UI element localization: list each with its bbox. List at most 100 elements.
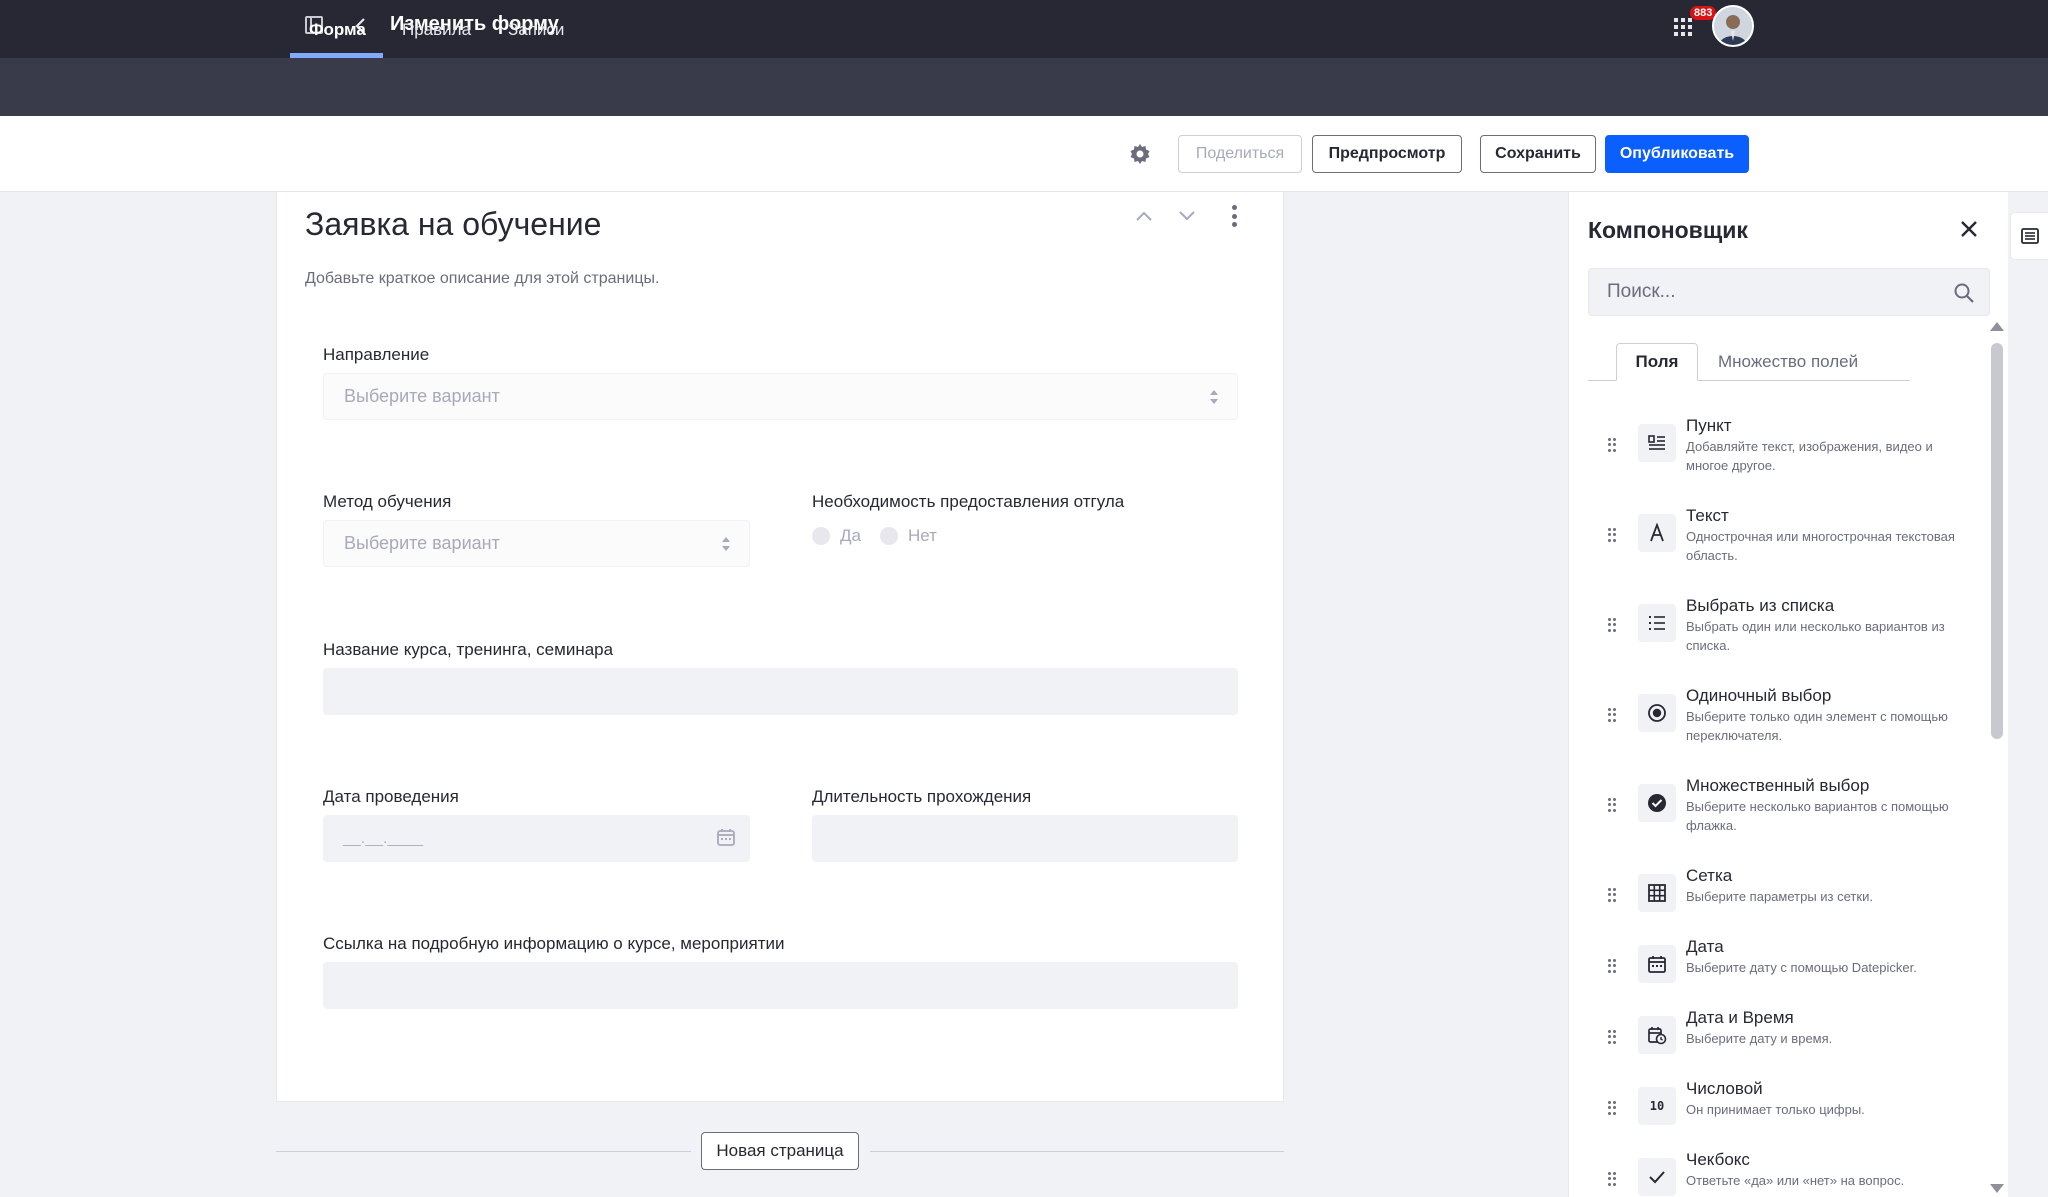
tab-fieldsets[interactable]: Множество полей — [1718, 343, 1858, 381]
form-page-description[interactable]: Добавьте краткое описание для этой стран… — [305, 270, 659, 288]
item-title: Одиночный выбор — [1686, 686, 1832, 705]
item-description: Выберите несколько вариантов с помощью ф… — [1686, 799, 1949, 833]
text-icon — [1638, 514, 1676, 552]
course-label: Название курса, тренинга, семинара — [323, 640, 614, 659]
direction-label: Направление — [323, 345, 430, 364]
leave-label: Необходимость предоставления отгула — [812, 492, 1125, 511]
chevron-down-icon[interactable] — [1177, 206, 1197, 226]
close-icon[interactable] — [1958, 218, 1980, 240]
search-input[interactable] — [1589, 269, 1929, 315]
radio-circle[interactable] — [812, 527, 830, 545]
builder-item-single-choice[interactable]: Одиночный выбор Выберите только один эле… — [1600, 686, 1980, 766]
item-title: Дата — [1686, 937, 1724, 956]
scroll-down-arrow[interactable] — [1990, 1184, 2004, 1193]
tab-rules[interactable]: Правила — [402, 20, 471, 40]
scroll-up-arrow[interactable] — [1990, 322, 2004, 331]
item-description: Выбрать один или несколько вариантов из … — [1686, 619, 1945, 653]
drag-handle-icon[interactable] — [1608, 1172, 1616, 1186]
select-arrows-icon — [1210, 390, 1218, 404]
duration-label: Длительность прохождения — [812, 787, 1032, 806]
builder-item-paragraph[interactable]: Пункт Добавляйте текст, изображения, вид… — [1600, 416, 1980, 496]
item-title: Чекбокс — [1686, 1150, 1750, 1169]
builder-item-numeric[interactable]: 10 Числовой Он принимает только цифры. — [1600, 1079, 1980, 1159]
direction-select-placeholder: Выберите вариант — [344, 386, 500, 406]
search-icon[interactable] — [1953, 282, 1975, 304]
drag-handle-icon[interactable] — [1608, 798, 1616, 812]
new-page-button[interactable]: Новая страница — [701, 1132, 859, 1170]
direction-select[interactable]: Выберите вариант — [323, 373, 1238, 420]
builder-item-multiple-choice[interactable]: Множественный выбор Выберите несколько в… — [1600, 776, 1980, 856]
builder-item-grid[interactable]: Сетка Выберите параметры из сетки. — [1600, 866, 1980, 946]
select-arrows-icon — [722, 537, 730, 551]
form-toolbar: Поделиться Предпросмотр Сохранить Опубли… — [0, 116, 2048, 192]
builder-item-select-list[interactable]: Выбрать из списка Выбрать один или неско… — [1600, 596, 1980, 676]
item-description: Выберите дату и время. — [1686, 1031, 1833, 1046]
drag-handle-icon[interactable] — [1608, 708, 1616, 722]
link-label: Ссылка на подробную информацию о курсе, … — [323, 934, 785, 953]
radio-circle[interactable] — [880, 527, 898, 545]
calendar-icon — [1638, 945, 1676, 983]
numeric-icon: 10 — [1638, 1087, 1676, 1125]
grid-icon — [1638, 874, 1676, 912]
share-button[interactable]: Поделиться — [1178, 135, 1302, 173]
drag-handle-icon[interactable] — [1608, 438, 1616, 452]
link-input[interactable] — [323, 962, 1238, 1009]
builder-item-text[interactable]: Текст Однострочная или многострочная тек… — [1600, 506, 1980, 586]
drag-handle-icon[interactable] — [1608, 618, 1616, 632]
new-page-divider-right — [870, 1151, 1284, 1152]
drag-handle-icon[interactable] — [1608, 959, 1616, 973]
save-button[interactable]: Сохранить — [1480, 135, 1596, 173]
list-icon — [1638, 604, 1676, 642]
radio-icon — [1638, 694, 1676, 732]
builder-title: Компоновщик — [1588, 217, 1748, 243]
date-label: Дата проведения — [323, 787, 459, 806]
method-select-placeholder: Выберите вариант — [344, 533, 500, 553]
form-tabs-bar — [0, 58, 2048, 116]
date-input[interactable]: __.__.____ — [323, 815, 750, 862]
numeric-icon-glyph: 10 — [1649, 1099, 1665, 1113]
scrollbar-thumb[interactable] — [1991, 343, 2003, 739]
method-select[interactable]: Выберите вариант — [323, 520, 750, 567]
date-input-placeholder: __.__.____ — [343, 829, 424, 847]
radio-no-label: Нет — [908, 526, 937, 545]
paragraph-icon — [1638, 424, 1676, 462]
course-input[interactable] — [323, 668, 1238, 715]
item-title: Сетка — [1686, 866, 1733, 885]
method-label: Метод обучения — [323, 492, 452, 511]
tab-entries[interactable]: Записи — [508, 20, 564, 40]
apps-grid-icon[interactable] — [1672, 16, 1692, 36]
checkmark-circle-icon — [1638, 784, 1676, 822]
drag-handle-icon[interactable] — [1608, 1101, 1616, 1115]
calendar-clock-icon — [1638, 1016, 1676, 1054]
builder-panel-toggle[interactable] — [2010, 212, 2048, 260]
item-title: Пункт — [1686, 416, 1732, 435]
drag-handle-icon[interactable] — [1608, 528, 1616, 542]
tab-form[interactable]: Форма — [309, 20, 366, 40]
radio-option-no[interactable]: Нет — [880, 526, 937, 546]
builder-item-datetime[interactable]: Дата и Время Выберите дату и время. — [1600, 1008, 1980, 1088]
side-strip — [2008, 192, 2048, 1197]
item-description: Выберите параметры из сетки. — [1686, 889, 1873, 904]
form-page-title[interactable]: Заявка на обучение — [305, 206, 601, 243]
tab-fields[interactable]: Поля — [1616, 343, 1698, 381]
preview-button[interactable]: Предпросмотр — [1312, 135, 1462, 173]
publish-button[interactable]: Опубликовать — [1605, 135, 1749, 173]
item-title: Множественный выбор — [1686, 776, 1870, 795]
item-description: Добавляйте текст, изображения, видео и м… — [1686, 439, 1933, 473]
new-page-divider-left — [276, 1151, 691, 1152]
page-options-icon[interactable] — [1232, 205, 1238, 227]
builder-item-checkbox[interactable]: Чекбокс Ответьте «да» или «нет» на вопро… — [1600, 1150, 1980, 1197]
item-description: Ответьте «да» или «нет» на вопрос. — [1686, 1173, 1905, 1188]
drag-handle-icon[interactable] — [1608, 888, 1616, 902]
user-avatar[interactable] — [1712, 5, 1754, 47]
gear-icon[interactable] — [1128, 142, 1152, 166]
duration-input[interactable] — [812, 815, 1238, 862]
radio-option-yes[interactable]: Да — [812, 526, 861, 546]
item-description: Однострочная или многострочная текстовая… — [1686, 529, 1955, 563]
active-tab-indicator — [290, 53, 383, 58]
drag-handle-icon[interactable] — [1608, 1030, 1616, 1044]
calendar-icon[interactable] — [716, 827, 736, 847]
builder-item-date[interactable]: Дата Выберите дату с помощью Datepicker. — [1600, 937, 1980, 1017]
chevron-up-icon[interactable] — [1134, 206, 1154, 226]
item-description: Выберите только один элемент с помощью п… — [1686, 709, 1948, 743]
